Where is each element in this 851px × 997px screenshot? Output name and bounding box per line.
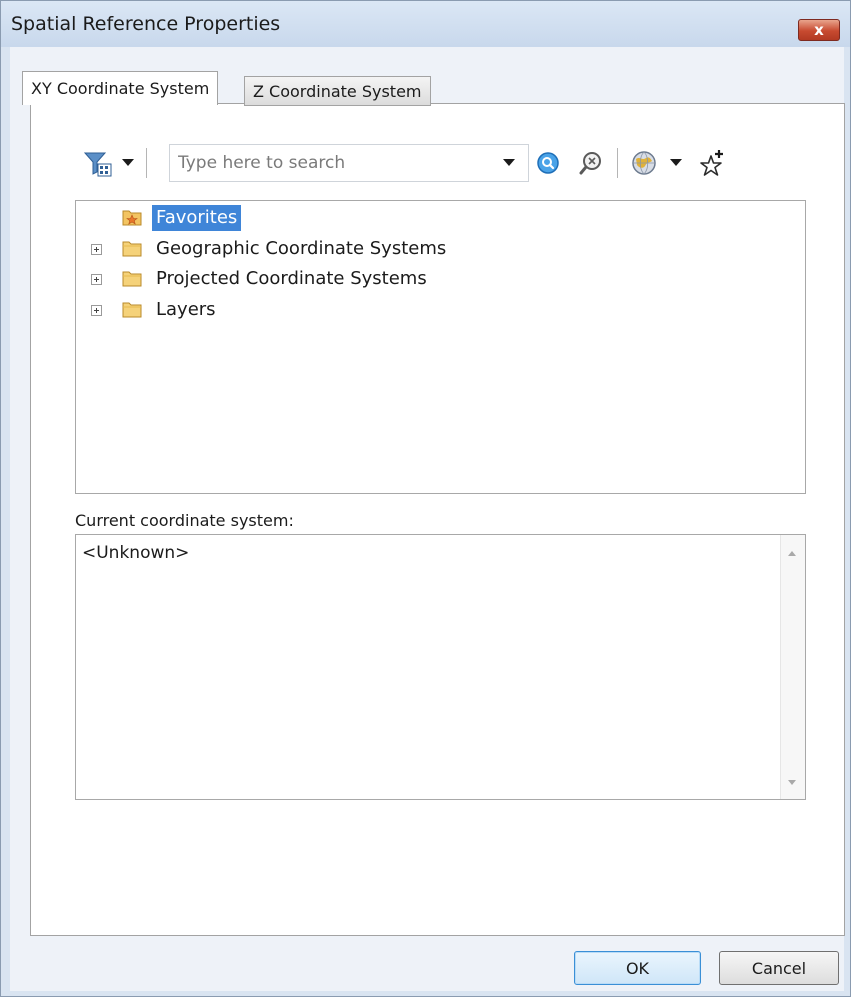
tree-item-label[interactable]: Geographic Coordinate Systems	[154, 236, 448, 262]
tree-item-layers[interactable]: Layers	[76, 296, 576, 326]
search-box[interactable]	[169, 144, 529, 182]
search-icon[interactable]	[534, 148, 562, 178]
filter-icon[interactable]	[81, 149, 115, 179]
expand-icon[interactable]	[91, 244, 102, 255]
coordinate-system-tree[interactable]: Favorites Geographic Coordinate Systems …	[75, 200, 806, 494]
current-coordinate-system-details[interactable]: <Unknown>	[75, 534, 806, 800]
tree-item-label[interactable]: Layers	[154, 297, 218, 323]
favorite-star-icon[interactable]	[696, 146, 728, 180]
expand-icon[interactable]	[91, 274, 102, 285]
tree-item-geographic-coordinate-systems[interactable]: Geographic Coordinate Systems	[76, 235, 576, 265]
current-coordinate-system-value: <Unknown>	[82, 543, 190, 563]
tree-item-label[interactable]: Projected Coordinate Systems	[154, 266, 429, 292]
folder-icon	[122, 270, 142, 287]
close-icon: x	[814, 20, 824, 39]
current-coordinate-system-label: Current coordinate system:	[75, 511, 294, 530]
search-clear-icon[interactable]	[576, 148, 606, 178]
tree-item-favorites[interactable]: Favorites	[76, 204, 576, 234]
globe-dropdown-icon[interactable]	[667, 153, 685, 173]
dialog-title: Spatial Reference Properties	[11, 13, 281, 35]
dialog-window: Spatial Reference Properties x XY Coordi…	[0, 0, 851, 997]
scroll-up-icon[interactable]	[788, 551, 796, 556]
folder-icon	[122, 240, 142, 257]
title-bar[interactable]: Spatial Reference Properties x	[1, 1, 850, 47]
tree-item-label[interactable]: Favorites	[152, 205, 242, 231]
favorites-folder-icon	[122, 209, 142, 226]
expand-icon[interactable]	[91, 305, 102, 316]
close-button[interactable]: x	[798, 19, 840, 41]
search-dropdown-icon[interactable]	[496, 153, 522, 173]
tab-xy-coordinate-system[interactable]: XY Coordinate System	[22, 71, 219, 105]
ok-button[interactable]: OK	[574, 951, 701, 985]
globe-icon[interactable]	[628, 147, 660, 179]
tab-z-coordinate-system[interactable]: Z Coordinate System	[244, 76, 431, 106]
scroll-down-icon[interactable]	[788, 780, 796, 785]
details-scrollbar[interactable]	[780, 535, 805, 799]
toolbar-separator	[146, 148, 147, 178]
folder-icon	[122, 301, 142, 318]
cancel-button[interactable]: Cancel	[719, 951, 839, 985]
filter-dropdown-icon[interactable]	[119, 153, 137, 173]
tree-item-projected-coordinate-systems[interactable]: Projected Coordinate Systems	[76, 265, 576, 295]
search-input[interactable]	[178, 151, 488, 175]
toolbar-separator	[617, 148, 618, 178]
